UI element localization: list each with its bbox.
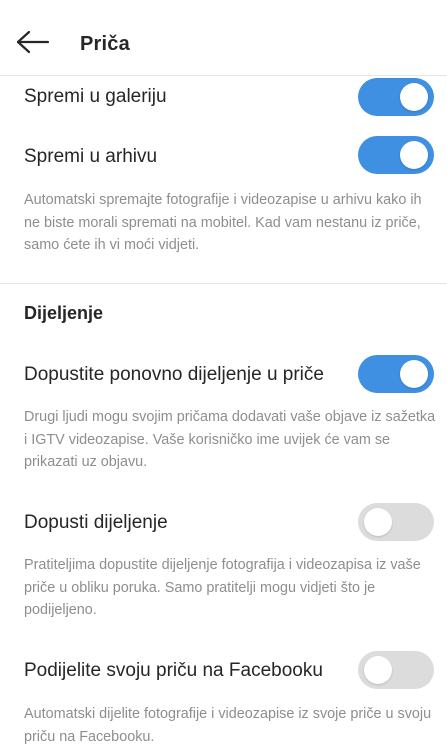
save-archive-label: Spremi u arhivu [24,146,158,167]
toggle-knob [364,656,392,684]
save-gallery-toggle[interactable] [358,78,434,116]
facebook-share-toggle[interactable] [358,651,434,689]
section-divider [0,283,447,284]
toggle-knob [364,508,392,536]
sharing-section-title: Dijeljenje [24,303,104,323]
save-archive-description: Automatski spremajte fotografije i video… [24,192,422,253]
allow-sharing-label: Dopusti dijeljenje [24,512,168,533]
facebook-share-description: Automatski dijelite fotografije i videoz… [24,706,432,745]
arrow-left-icon[interactable] [16,30,50,54]
save-gallery-label: Spremi u galeriju [24,86,167,107]
save-archive-toggle[interactable] [358,136,434,174]
reshare-description: Drugi ljudi mogu svojim pričama dodavati… [24,409,436,470]
toggle-knob [400,360,428,388]
toggle-knob [400,83,428,111]
reshare-toggle[interactable] [358,355,434,393]
reshare-label: Dopustite ponovno dijeljenje u priče [24,364,324,385]
facebook-share-label: Podijelite svoju priču na Facebooku [24,660,323,681]
allow-sharing-description: Pratiteljima dopustite dijeljenje fotogr… [24,557,421,618]
allow-sharing-toggle[interactable] [358,503,434,541]
top-bar: Priča [0,0,447,76]
page-title: Priča [80,33,130,55]
toggle-knob [400,141,428,169]
